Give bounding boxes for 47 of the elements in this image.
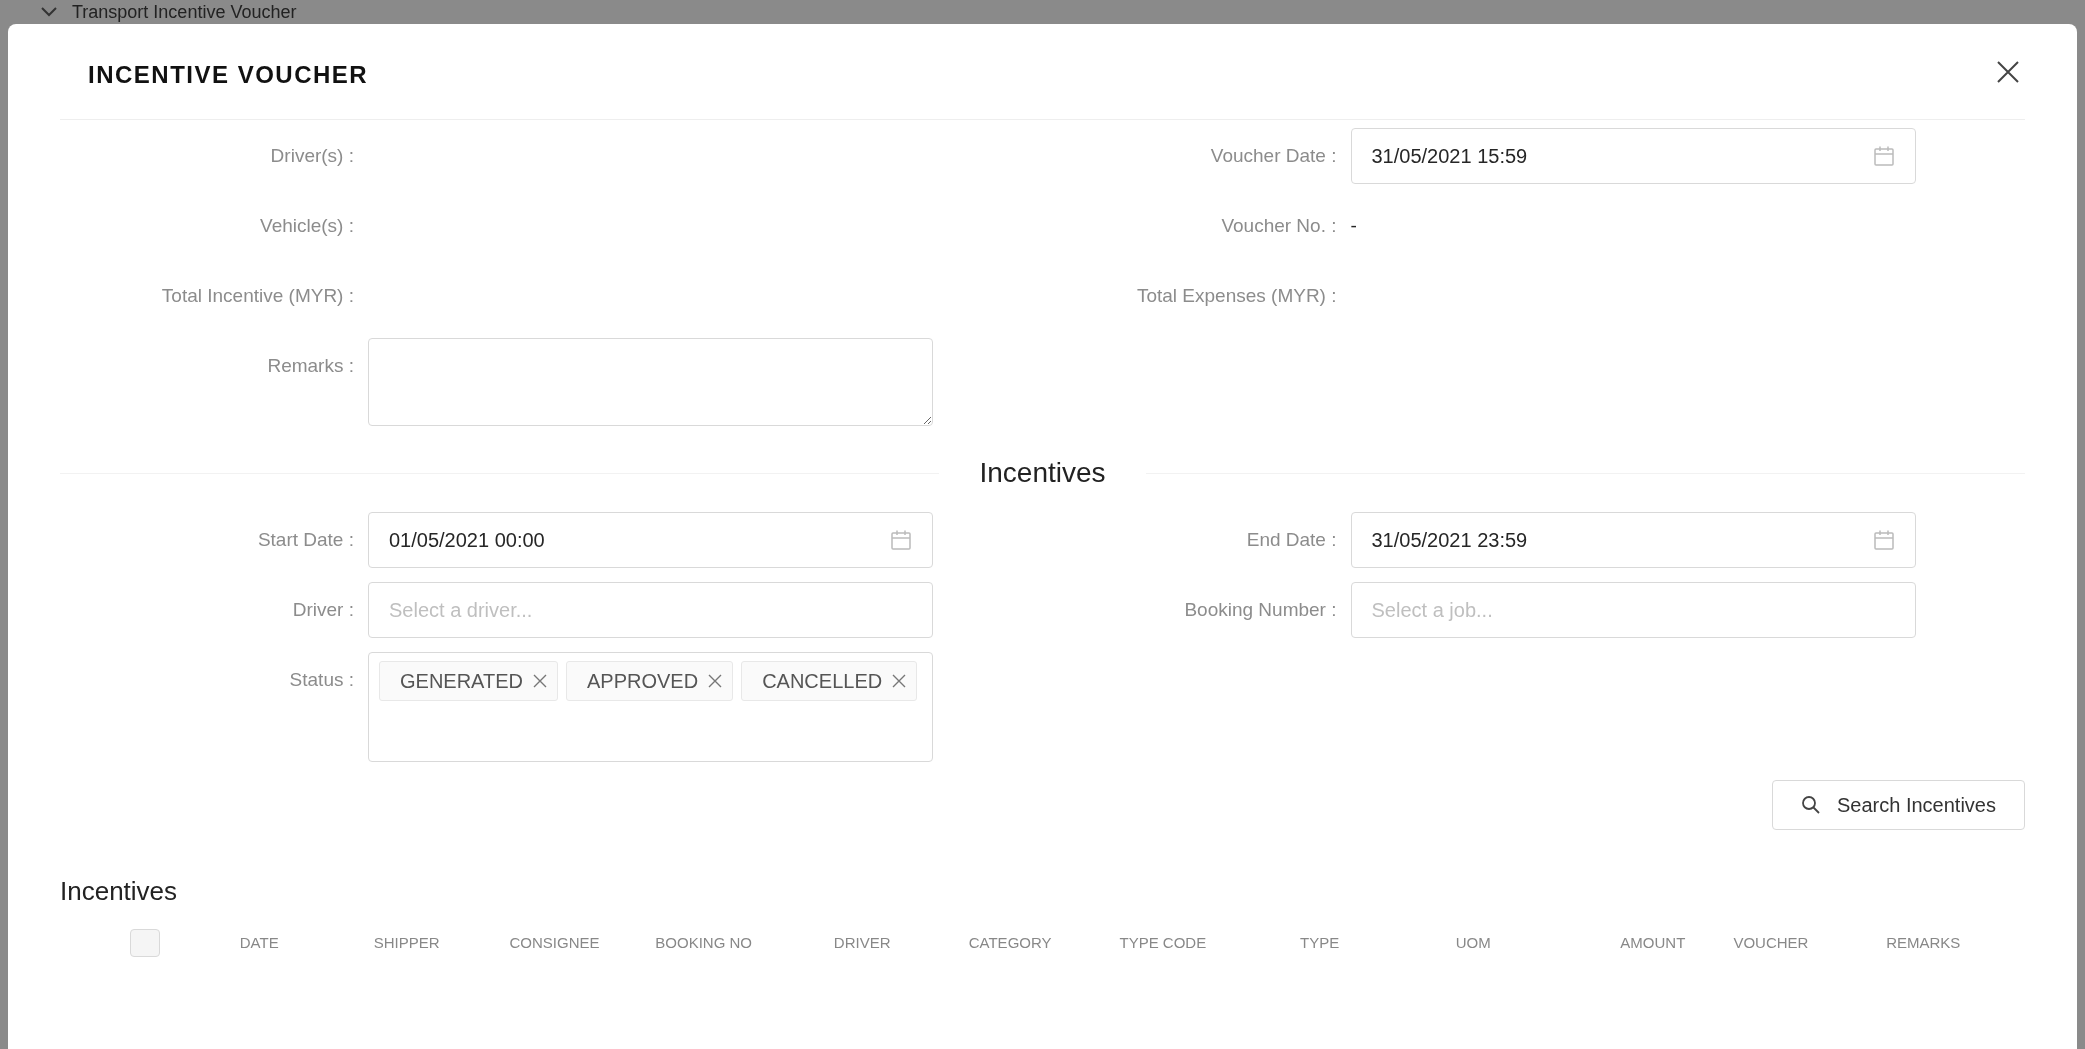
modal-title: INCENTIVE VOUCHER <box>88 61 369 90</box>
column-header: AMOUNT <box>1620 932 1687 953</box>
field-label: Booking Number : <box>1183 598 1338 622</box>
close-icon[interactable] <box>892 674 907 688</box>
column-header: CATEGORY <box>968 932 1053 953</box>
field-label: Total Expenses (MYR) : <box>1135 284 1338 308</box>
date-field[interactable]: 31/05/2021 23:59 <box>1350 512 1916 568</box>
column-header: BOOKING NO <box>655 932 753 953</box>
tag: CANCELLED <box>741 661 918 701</box>
column-header: TYPE <box>1300 932 1341 953</box>
field-label: Vehicle(s) : <box>259 214 355 238</box>
field-label: End Date : <box>1245 528 1338 552</box>
date-field[interactable]: 31/05/2021 15:59 <box>1350 128 1916 184</box>
checkbox[interactable] <box>130 929 160 957</box>
search-icon <box>1801 795 1821 815</box>
search-button[interactable]: Search Incentives <box>1772 780 2025 830</box>
date-field[interactable]: 01/05/2021 00:00 <box>368 512 933 568</box>
calendar-icon <box>890 529 912 551</box>
column-header: DRIVER <box>833 932 892 953</box>
field-label: Driver : <box>291 598 355 622</box>
field-label: Remarks : <box>266 354 355 378</box>
table-title: Incentives <box>60 875 179 908</box>
column-header: CONSIGNEE <box>509 932 601 953</box>
chevron-down-icon[interactable] <box>40 6 58 18</box>
section-title: Incentives <box>979 456 1106 490</box>
calendar-icon <box>1872 145 1895 167</box>
page-title: Transport Incentive Voucher <box>72 0 297 24</box>
column-header: VOUCHER <box>1733 932 1810 953</box>
close-icon[interactable] <box>533 674 547 688</box>
field-label: Voucher No. : <box>1220 214 1338 238</box>
calendar-icon <box>1872 529 1895 551</box>
column-header: TYPE CODE <box>1119 932 1208 953</box>
tag: APPROVED <box>566 661 734 701</box>
field-label: Total Incentive (MYR) : <box>160 284 355 308</box>
field-label: Status : <box>288 668 355 692</box>
column-header: DATE <box>239 932 280 953</box>
column-header: REMARKS <box>1886 932 1962 953</box>
field-label: Driver(s) : <box>269 144 355 168</box>
field-label: Start Date : <box>256 528 355 552</box>
remarks-field[interactable] <box>368 338 933 426</box>
field-label: Voucher Date : <box>1209 144 1338 168</box>
column-header: SHIPPER <box>373 932 441 953</box>
close-icon[interactable] <box>708 674 723 688</box>
tag-select-field[interactable]: GENERATED APPROVED CANCELLED <box>368 652 933 762</box>
field-value: - <box>1350 214 1357 238</box>
column-header: UOM <box>1455 932 1492 953</box>
tag: GENERATED <box>379 661 558 701</box>
